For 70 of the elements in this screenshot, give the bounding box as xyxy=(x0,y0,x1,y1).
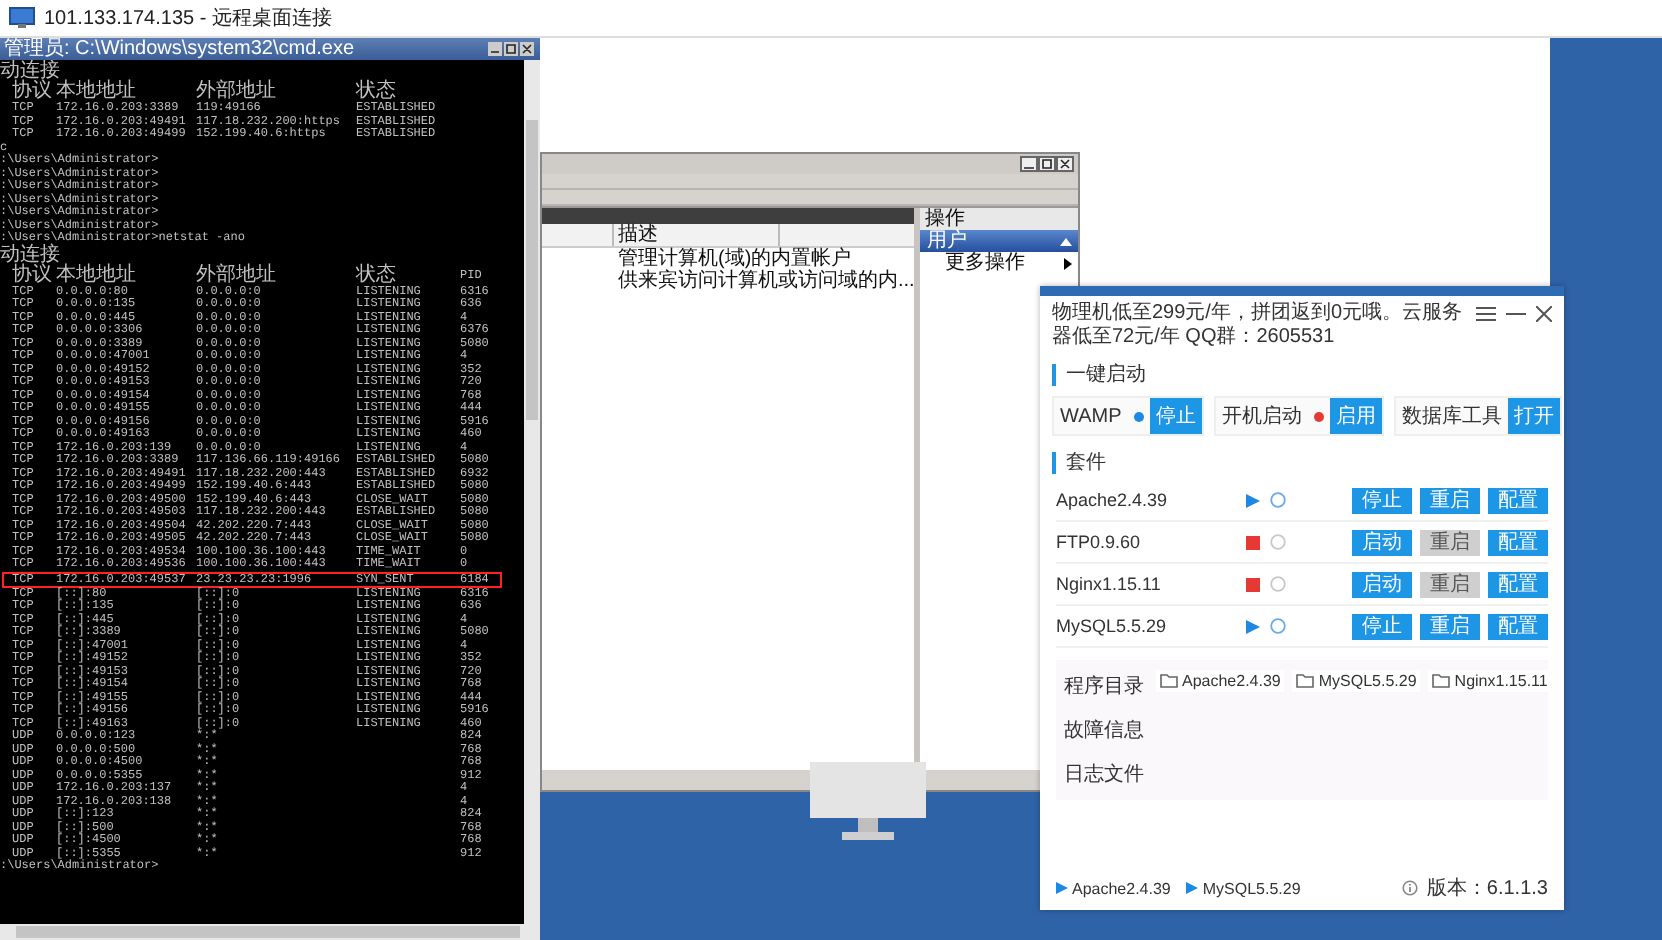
folder-link[interactable]: Nginx1.15.11 xyxy=(1428,670,1552,692)
window-controls-icon[interactable] xyxy=(488,42,536,56)
column-header: 外部地址 xyxy=(196,82,278,102)
path-label[interactable]: 故障信息 xyxy=(1064,716,1144,744)
running-service: MySQL5.5.29 xyxy=(1202,879,1301,897)
caret-right-icon xyxy=(1064,258,1072,270)
pane-heading: 操作 xyxy=(920,208,1078,230)
close-icon[interactable] xyxy=(1536,306,1552,322)
list-item[interactable]: 管理计算机(域)的内置帐户 xyxy=(542,248,915,270)
scrollbar[interactable] xyxy=(524,60,540,924)
action-group-header[interactable]: 用户 xyxy=(920,230,1078,252)
play-icon xyxy=(1186,882,1199,894)
caret-up-icon xyxy=(1060,237,1072,245)
service-button[interactable]: 停止 xyxy=(1352,613,1412,639)
menu-icon[interactable] xyxy=(1476,306,1496,322)
info-icon xyxy=(1402,880,1419,896)
column-header: 协议 xyxy=(12,265,54,285)
service-button[interactable]: 配置 xyxy=(1488,571,1548,597)
action-item[interactable]: 更多操作 xyxy=(920,252,1078,276)
service-button[interactable]: 启动 xyxy=(1352,571,1412,597)
folder-link[interactable]: Apache2.4.39 xyxy=(1156,670,1285,692)
section-title: 一键启动 xyxy=(1052,364,1564,386)
folder-icon xyxy=(1160,674,1178,688)
running-service: Apache2.4.39 xyxy=(1072,879,1171,897)
column-header: 状态 xyxy=(356,82,398,102)
circle-icon[interactable] xyxy=(1270,492,1286,508)
terminal-title: 管理员: C:\Windows\system32\cmd.exe xyxy=(4,38,355,60)
service-button[interactable]: 启动 xyxy=(1352,529,1412,555)
folder-link[interactable]: MySQL5.5.29 xyxy=(1292,670,1421,692)
quick-label: WAMP xyxy=(1058,405,1124,427)
path-label[interactable]: 日志文件 xyxy=(1064,760,1144,788)
window-controls-icon[interactable] xyxy=(1020,156,1074,172)
list-item[interactable]: 供来宾访问计算机或访问域的内... xyxy=(542,270,915,292)
column-header: 本地地址 xyxy=(56,82,138,102)
service-button[interactable]: 配置 xyxy=(1488,529,1548,555)
service-button[interactable]: 重启 xyxy=(1420,487,1480,513)
play-icon xyxy=(1056,882,1068,894)
promo-notice: 物理机低至299元/年，拼团返到0元哦。云服务器低至72元/年 QQ群：2605531 xyxy=(1052,302,1465,350)
column-header: 状态 xyxy=(356,265,396,285)
service-name: MySQL5.5.29 xyxy=(1056,616,1169,636)
column-header: 协议 xyxy=(12,82,54,102)
path-label[interactable]: 程序目录 xyxy=(1064,672,1144,700)
folder-icon xyxy=(1432,674,1451,688)
service-name: Apache2.4.39 xyxy=(1056,490,1170,510)
window-title: 101.133.174.135 - 远程桌面连接 xyxy=(44,5,332,32)
service-button[interactable]: 停止 xyxy=(1352,487,1412,513)
action-button[interactable]: 停止 xyxy=(1149,398,1202,434)
column-header: 外部地址 xyxy=(196,265,278,285)
folder-icon xyxy=(1296,674,1315,688)
service-button[interactable]: 配置 xyxy=(1488,613,1548,639)
service-name: FTP0.9.60 xyxy=(1056,532,1143,552)
section-heading: 动连接 xyxy=(0,62,60,82)
quick-label: 开机启动 xyxy=(1219,403,1304,430)
action-button[interactable]: 启用 xyxy=(1329,398,1382,434)
circle-icon[interactable] xyxy=(1270,618,1286,634)
section-title: 套件 xyxy=(1052,452,1564,474)
column-header[interactable] xyxy=(542,224,614,246)
section-heading: 动连接 xyxy=(0,245,60,265)
column-header[interactable]: 描述 xyxy=(614,224,780,246)
service-name: Nginx1.15.11 xyxy=(1056,574,1163,594)
computer-icon xyxy=(8,6,36,30)
version-text: 版本：6.1.1.3 xyxy=(1426,875,1548,902)
circle-icon[interactable] xyxy=(1270,534,1286,550)
service-button[interactable]: 重启 xyxy=(1420,613,1480,639)
column-header: 本地地址 xyxy=(56,265,138,285)
action-button[interactable]: 打开 xyxy=(1507,398,1560,434)
quick-label: 数据库工具 xyxy=(1399,403,1504,430)
circle-icon[interactable] xyxy=(1270,576,1286,592)
service-button[interactable]: 配置 xyxy=(1488,487,1548,513)
scrollbar[interactable] xyxy=(0,924,540,940)
